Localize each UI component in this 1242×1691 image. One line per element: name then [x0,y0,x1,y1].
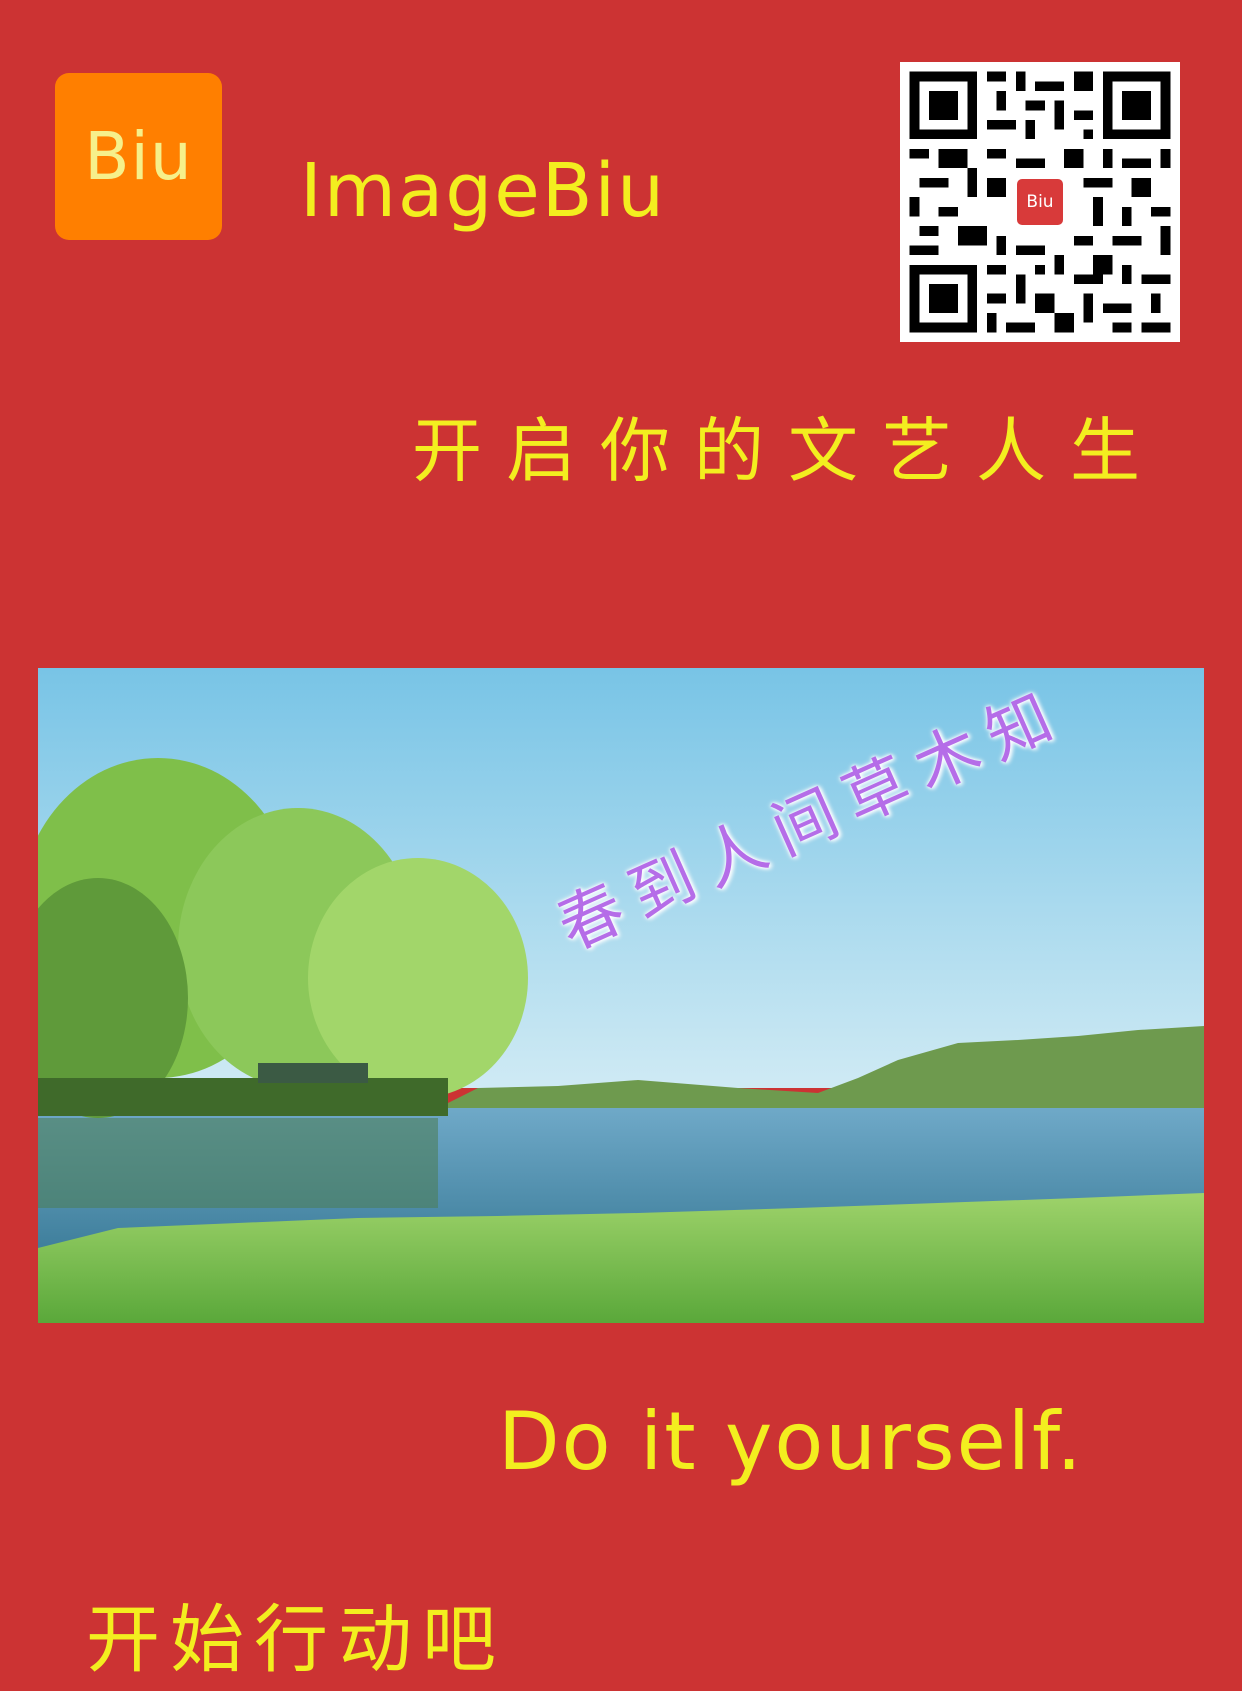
app-logo: Biu [55,73,222,240]
tagline: Do it yourself. [498,1395,1084,1488]
slogan: 开启你的文艺人生 [412,410,1164,492]
qr-center-text: Biu [1017,179,1063,225]
brand-name: ImageBiu [300,148,666,234]
call-to-action: 开始行动吧 [86,1597,506,1683]
qr-code: Biu [900,62,1180,342]
app-logo-text: Biu [84,118,193,195]
qr-center-logo: Biu [1013,175,1067,229]
